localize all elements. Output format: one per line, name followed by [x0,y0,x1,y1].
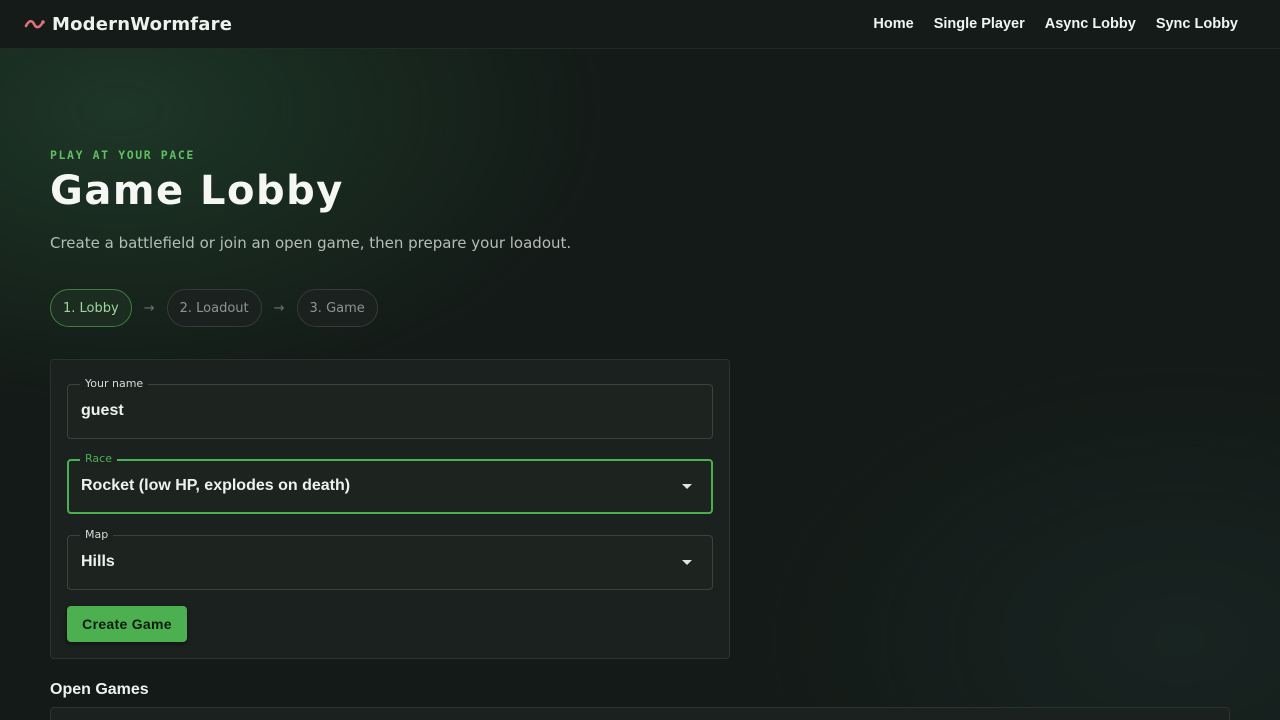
map-select-label: Map [80,528,114,541]
create-game-card: Your name guest Race Rocket (low HP, exp… [50,359,730,659]
top-navbar: ModernWormfare Home Single Player Async … [0,0,1280,49]
caret-down-icon [682,484,692,489]
race-select[interactable]: Race Rocket (low HP, explodes on death) [67,452,713,514]
arrow-right-icon: → [143,300,155,316]
page-title: Game Lobby [50,168,344,214]
map-select[interactable]: Map Hills [67,528,713,590]
main-nav: Home Single Player Async Lobby Sync Lobb… [863,12,1248,36]
race-select-label: Race [80,452,117,465]
nav-home[interactable]: Home [863,12,923,36]
nav-single-player[interactable]: Single Player [924,12,1035,36]
race-select-value: Rocket (low HP, explodes on death) [81,477,351,494]
nav-sync-lobby[interactable]: Sync Lobby [1146,12,1248,36]
map-select-value: Hills [81,553,115,570]
nav-async-lobby[interactable]: Async Lobby [1035,12,1146,36]
page-subtitle: Create a battlefield or join an open gam… [50,234,572,252]
worm-icon [24,19,45,29]
brand-name: ModernWormfare [52,13,233,35]
caret-down-icon [682,560,692,565]
create-game-button[interactable]: Create Game [67,606,187,642]
name-field-label: Your name [80,377,149,390]
open-games-list [50,707,1230,720]
open-games-title: Open Games [50,681,149,698]
brand[interactable]: ModernWormfare [24,14,232,35]
page-eyebrow: PLAY AT YOUR PACE [50,148,195,162]
name-field[interactable]: Your name guest [67,377,713,439]
step-game: 3. Game [296,289,378,327]
name-field-value: guest [81,402,124,419]
arrow-right-icon: → [273,300,285,316]
step-lobby: 1. Lobby [50,289,132,327]
step-loadout: 2. Loadout [166,289,262,327]
step-indicator: 1. Lobby → 2. Loadout → 3. Game [50,289,378,327]
